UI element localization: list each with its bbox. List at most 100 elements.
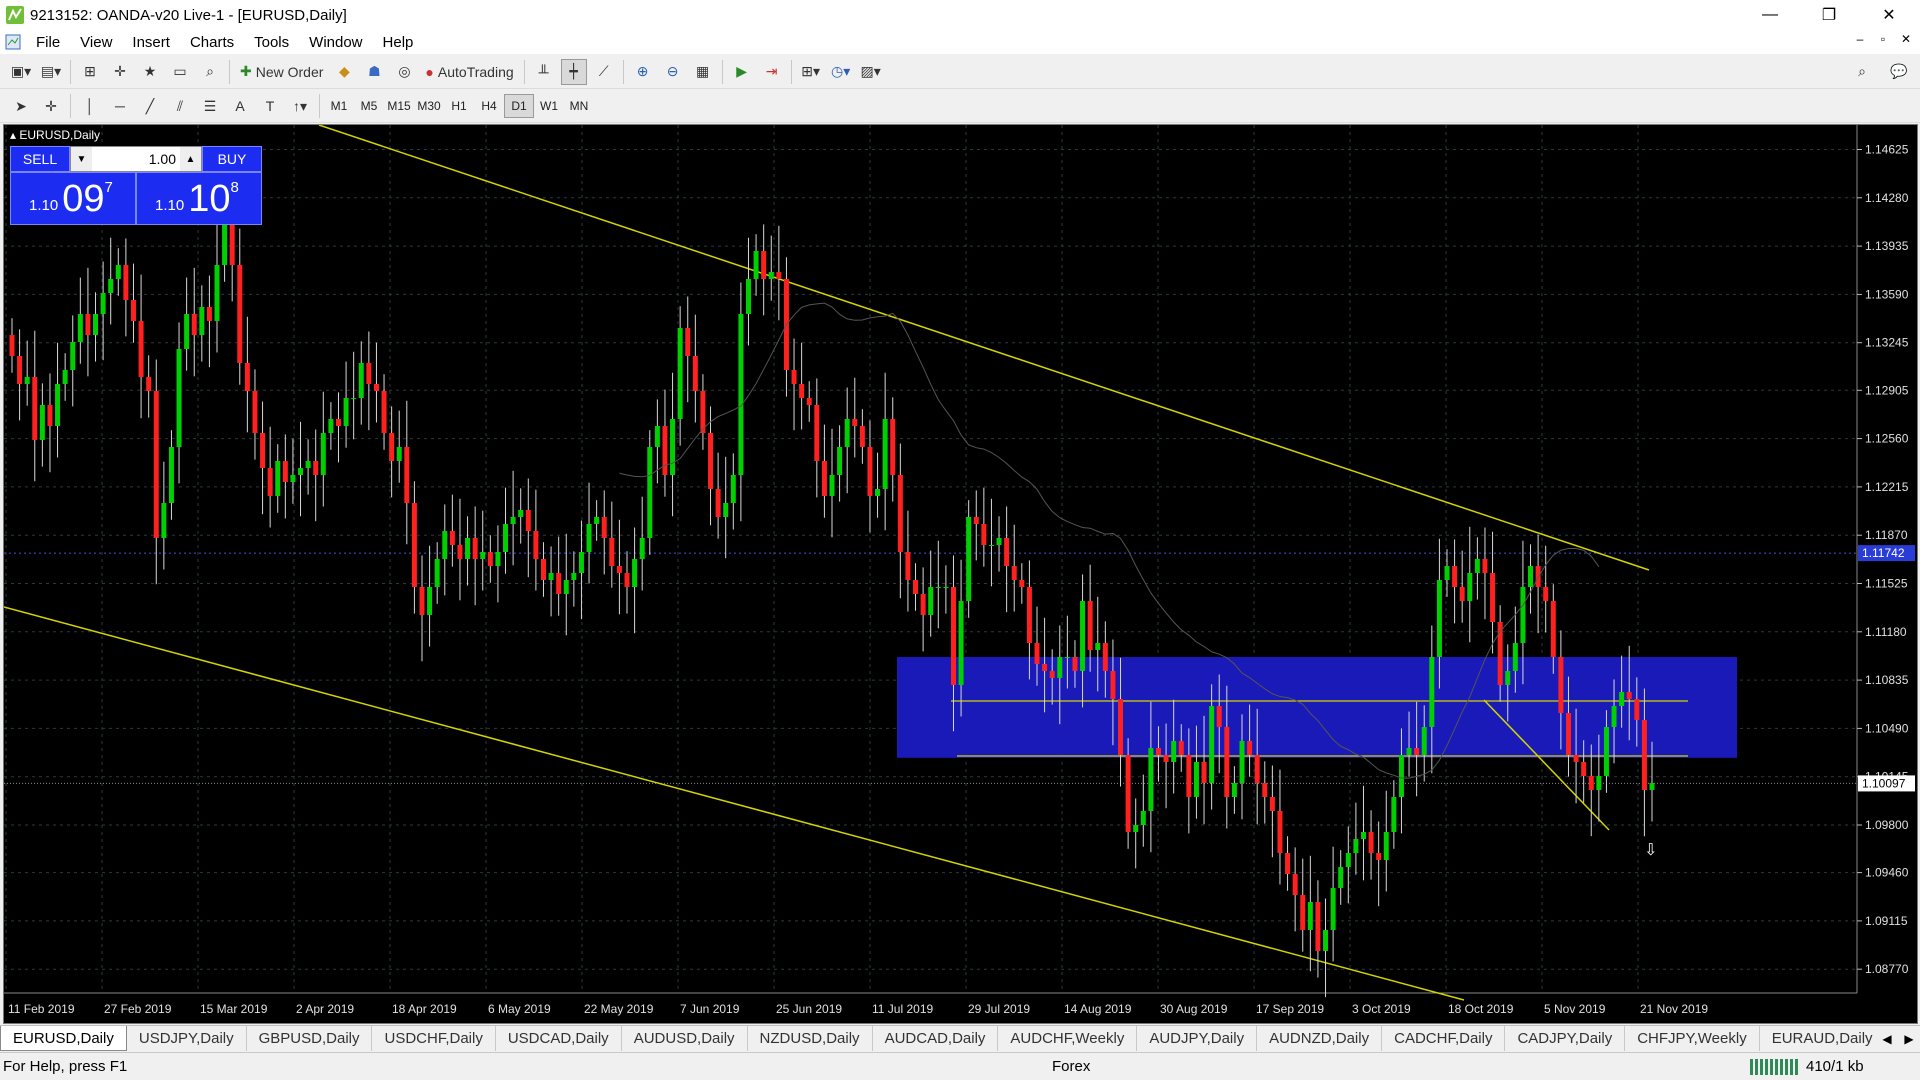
arrows-icon[interactable]: ↑▾ [287, 93, 313, 119]
chart-shift-icon[interactable]: ⇥ [759, 59, 785, 85]
trendline-icon[interactable]: ╱ [137, 93, 163, 119]
data-window-icon[interactable]: ✛ [107, 59, 133, 85]
navigator-icon[interactable]: ★ [137, 59, 163, 85]
indicators-icon[interactable]: ⊞▾ [798, 59, 824, 85]
tf-d1[interactable]: D1 [504, 94, 534, 118]
tf-h1[interactable]: H1 [444, 94, 474, 118]
tf-m30[interactable]: M30 [414, 94, 444, 118]
text-icon[interactable]: A [227, 93, 253, 119]
search-icon[interactable]: ⌕ [1849, 59, 1875, 85]
tf-mn[interactable]: MN [564, 94, 594, 118]
tab-audchf-weekly[interactable]: AUDCHF,Weekly [998, 1026, 1138, 1051]
new-order-button[interactable]: ✚ New Order [236, 59, 327, 85]
tf-h4[interactable]: H4 [474, 94, 504, 118]
sell-button[interactable]: SELL [10, 146, 70, 172]
sell-price-sup: 7 [104, 179, 113, 196]
candle-body [897, 475, 903, 552]
tf-m15[interactable]: M15 [384, 94, 414, 118]
candle-body [632, 559, 638, 587]
channel-icon[interactable]: ⫽ [167, 93, 193, 119]
metaeditor-icon[interactable]: ◆ [331, 59, 357, 85]
mdi-close-button[interactable]: ✕ [1895, 32, 1917, 46]
bar-chart-icon[interactable]: ╨ [531, 59, 557, 85]
volume-down-icon[interactable]: ▼ [71, 147, 92, 171]
vertical-line-icon[interactable]: │ [77, 93, 103, 119]
chat-icon[interactable]: 💬 [1886, 59, 1912, 85]
price-tick-label: 1.08770 [1865, 962, 1909, 976]
candle-body [358, 363, 364, 398]
restore-button[interactable]: ❐ [1806, 0, 1852, 30]
candle-body [1193, 762, 1199, 797]
periods-icon[interactable]: ◷▾ [828, 59, 854, 85]
tab-scroll-left-icon[interactable]: ◀ [1876, 1032, 1898, 1046]
tile-windows-icon[interactable]: ▦ [690, 59, 716, 85]
tab-nzdusd-daily[interactable]: NZDUSD,Daily [748, 1026, 873, 1051]
market-icon[interactable]: ◎ [391, 59, 417, 85]
autotrading-button[interactable]: ● AutoTrading [421, 59, 517, 85]
tab-usdcad-daily[interactable]: USDCAD,Daily [496, 1026, 622, 1051]
minimize-button[interactable]: — [1747, 0, 1793, 30]
tab-audnzd-daily[interactable]: AUDNZD,Daily [1257, 1026, 1383, 1051]
cursor-icon[interactable]: ➤ [8, 93, 34, 119]
menu-help[interactable]: Help [373, 34, 424, 51]
new-chart-icon[interactable]: ▣▾ [8, 59, 34, 85]
candle-body [1338, 867, 1344, 888]
fibonacci-icon[interactable]: ☰ [197, 93, 223, 119]
close-button[interactable]: ✕ [1866, 0, 1912, 30]
tab-chfjpy-weekly[interactable]: CHFJPY,Weekly [1625, 1026, 1760, 1051]
candlestick-icon[interactable]: ┿ [560, 58, 587, 85]
tab-cadchf-daily[interactable]: CADCHF,Daily [1382, 1026, 1506, 1051]
zoom-in-icon[interactable]: ⊕ [630, 59, 656, 85]
menu-charts[interactable]: Charts [180, 34, 244, 51]
candle-body [1292, 874, 1298, 895]
signals-icon[interactable]: ☗ [361, 59, 387, 85]
candle-body [1155, 748, 1161, 755]
tab-audusd-daily[interactable]: AUDUSD,Daily [622, 1026, 748, 1051]
tab-gbpusd-daily[interactable]: GBPUSD,Daily [247, 1026, 373, 1051]
tf-m5[interactable]: M5 [354, 94, 384, 118]
text-label-icon[interactable]: T [257, 93, 283, 119]
line-chart-icon[interactable]: ⟋ [591, 59, 617, 85]
horizontal-line-icon[interactable]: ─ [107, 93, 133, 119]
menu-tools[interactable]: Tools [244, 34, 299, 51]
tf-w1[interactable]: W1 [534, 94, 564, 118]
status-profile: Forex [1052, 1058, 1091, 1075]
document-icon[interactable] [4, 33, 22, 51]
menu-file[interactable]: File [26, 34, 70, 51]
buy-price[interactable]: 1.10 10 8 [136, 172, 262, 225]
tab-usdchf-daily[interactable]: USDCHF,Daily [372, 1026, 496, 1051]
tab-audcad-daily[interactable]: AUDCAD,Daily [873, 1026, 999, 1051]
candle-body [24, 377, 30, 384]
price-tick-label: 1.13935 [1865, 239, 1909, 253]
auto-scroll-icon[interactable]: ▶ [729, 59, 755, 85]
candle-body [199, 307, 205, 335]
buy-price-small: 1.10 [155, 197, 185, 214]
tab-usdjpy-daily[interactable]: USDJPY,Daily [127, 1026, 247, 1051]
buy-button[interactable]: BUY [202, 146, 262, 172]
profiles-icon[interactable]: ▤▾ [38, 59, 64, 85]
volume-input[interactable] [92, 148, 180, 170]
tab-euraud-daily[interactable]: EURAUD,Daily [1760, 1026, 1886, 1051]
strategy-tester-icon[interactable]: ⌕ [197, 59, 223, 85]
mdi-minimize-button[interactable]: – [1849, 32, 1871, 46]
crosshair-icon[interactable]: ✛ [38, 93, 64, 119]
price-chart[interactable]: 1.14625 1.14280 1.13935 1.13590 1.13245 1.129… [4, 125, 1917, 1023]
menu-view[interactable]: View [70, 34, 122, 51]
candle-body [1072, 657, 1078, 671]
sell-price[interactable]: 1.10 09 7 [10, 172, 136, 225]
templates-icon[interactable]: ▨▾ [858, 59, 884, 85]
tab-cadjpy-daily[interactable]: CADJPY,Daily [1505, 1026, 1626, 1051]
menu-window[interactable]: Window [299, 34, 372, 51]
zoom-out-icon[interactable]: ⊖ [660, 59, 686, 85]
mdi-restore-button[interactable]: ▫ [1872, 32, 1894, 46]
chart-window[interactable]: 1.14625 1.14280 1.13935 1.13590 1.13245 1.129… [3, 124, 1918, 1024]
candle-body [1360, 832, 1366, 839]
terminal-icon[interactable]: ▭ [167, 59, 193, 85]
menu-insert[interactable]: Insert [122, 34, 180, 51]
tab-eurusd-daily[interactable]: EURUSD,Daily [0, 1026, 127, 1051]
volume-up-icon[interactable]: ▲ [180, 147, 201, 171]
tab-audjpy-daily[interactable]: AUDJPY,Daily [1137, 1026, 1258, 1051]
tab-scroll-right-icon[interactable]: ▶ [1898, 1032, 1920, 1046]
market-watch-icon[interactable]: ⊞ [77, 59, 103, 85]
tf-m1[interactable]: M1 [324, 94, 354, 118]
